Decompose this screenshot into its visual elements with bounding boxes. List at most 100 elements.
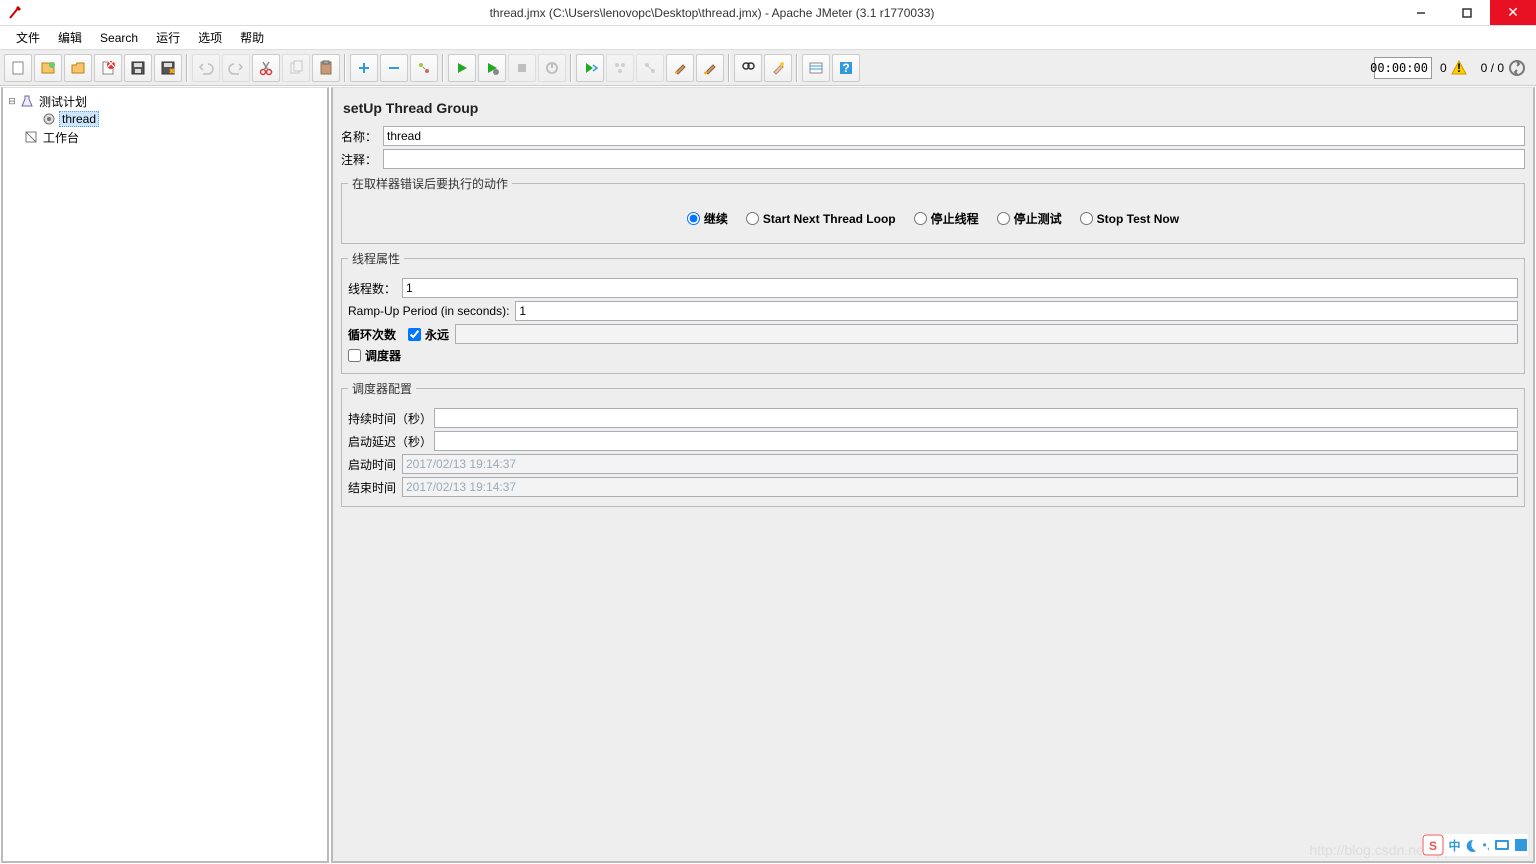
save-as-button[interactable]: [154, 54, 182, 82]
start-time-input: [402, 454, 1518, 474]
tree-test-plan[interactable]: ⊟ 测试计划: [7, 92, 323, 110]
tree-label-thread: thread: [59, 111, 99, 127]
minimize-button[interactable]: [1398, 0, 1444, 25]
titlebar: thread.jmx (C:\Users\lenovopc\Desktop\th…: [0, 0, 1536, 26]
menu-file[interactable]: 文件: [8, 26, 48, 49]
toggle-button[interactable]: [410, 54, 438, 82]
thread-props-fieldset: 线程属性 线程数： Ramp-Up Period (in seconds): 循…: [341, 250, 1525, 374]
radio-start-next[interactable]: Start Next Thread Loop: [746, 212, 896, 226]
ime-sep: •,: [1482, 838, 1490, 852]
svg-text:S: S: [1429, 839, 1437, 853]
reset-search-button[interactable]: [764, 54, 792, 82]
loop-label: 循环次数: [348, 326, 402, 343]
menubar: 文件 编辑 Search 运行 选项 帮助: [0, 26, 1536, 50]
threads-label: 线程数：: [348, 280, 402, 297]
flask-icon: [19, 93, 35, 109]
maximize-button[interactable]: [1444, 0, 1490, 25]
app-icon: [4, 2, 26, 24]
tree-workbench[interactable]: 工作台: [7, 128, 323, 146]
tree-thread-group[interactable]: thread: [7, 110, 323, 128]
find-button[interactable]: [734, 54, 762, 82]
duration-input[interactable]: [434, 408, 1518, 428]
paste-button[interactable]: [312, 54, 340, 82]
close-button[interactable]: ✕: [1490, 0, 1536, 25]
comment-input[interactable]: [383, 149, 1525, 169]
clear-all-button[interactable]: [696, 54, 724, 82]
toolbar: ✕ ? 00:00:00 0 ! 0 / 0: [0, 50, 1536, 86]
ime-settings-icon[interactable]: [1514, 838, 1528, 852]
expand-button[interactable]: [350, 54, 378, 82]
warning-icon: !: [1451, 60, 1467, 76]
scheduler-legend: 调度器配置: [348, 380, 416, 397]
svg-text:?: ?: [842, 61, 849, 75]
on-error-legend: 在取样器错误后要执行的动作: [348, 175, 512, 192]
loop-input[interactable]: [455, 324, 1518, 344]
new-button[interactable]: [4, 54, 32, 82]
radio-stop-thread[interactable]: 停止线程: [914, 210, 979, 227]
window-title: thread.jmx (C:\Users\lenovopc\Desktop\th…: [26, 6, 1398, 20]
content-panel: setUp Thread Group 名称： 注释： 在取样器错误后要执行的动作…: [331, 87, 1535, 863]
tree-toggle-icon[interactable]: ⊟: [7, 96, 17, 106]
clear-button[interactable]: [666, 54, 694, 82]
scheduler-fieldset: 调度器配置 持续时间（秒） 启动延迟（秒） 启动时间 结束时间: [341, 380, 1525, 507]
menu-run[interactable]: 运行: [148, 26, 188, 49]
ime-lang-indicator[interactable]: 中: [1448, 837, 1460, 854]
close-file-button[interactable]: ✕: [94, 54, 122, 82]
threads-input[interactable]: [402, 278, 1518, 298]
end-time-input: [402, 477, 1518, 497]
collapse-button[interactable]: [380, 54, 408, 82]
end-time-label: 结束时间: [348, 479, 402, 496]
ime-moon-icon[interactable]: [1464, 838, 1478, 852]
menu-edit[interactable]: 编辑: [50, 26, 90, 49]
cut-button[interactable]: [252, 54, 280, 82]
templates-button[interactable]: [34, 54, 62, 82]
menu-options[interactable]: 选项: [190, 26, 230, 49]
ime-tray: S 中 •,: [1422, 834, 1528, 856]
name-label: 名称：: [341, 128, 383, 145]
svg-text:!: !: [1457, 61, 1461, 75]
shutdown-button[interactable]: [538, 54, 566, 82]
stop-button[interactable]: [508, 54, 536, 82]
menu-search[interactable]: Search: [92, 28, 146, 48]
comment-label: 注释：: [341, 151, 383, 168]
radio-stop-now[interactable]: Stop Test Now: [1080, 212, 1179, 226]
radio-continue[interactable]: 继续: [687, 210, 728, 227]
workbench-icon: [23, 129, 39, 145]
open-button[interactable]: [64, 54, 92, 82]
scheduler-checkbox[interactable]: 调度器: [348, 347, 1518, 364]
tree-label-plan: 测试计划: [37, 93, 89, 110]
radio-stop-test[interactable]: 停止测试: [997, 210, 1062, 227]
function-helper-button[interactable]: [802, 54, 830, 82]
redo-button[interactable]: [222, 54, 250, 82]
gear-icon: [41, 111, 57, 127]
error-count: 0: [1440, 61, 1447, 75]
elapsed-timer: 00:00:00: [1374, 57, 1432, 79]
panel-title: setUp Thread Group: [341, 94, 1525, 126]
ime-sogou-icon[interactable]: S: [1422, 834, 1444, 856]
save-button[interactable]: [124, 54, 152, 82]
tree-panel: ⊟ 测试计划 thread 工作台: [1, 87, 329, 863]
remote-start-all-button[interactable]: [606, 54, 634, 82]
start-time-label: 启动时间: [348, 456, 402, 473]
remote-stop-button[interactable]: [636, 54, 664, 82]
delay-input[interactable]: [434, 431, 1518, 451]
tree-label-workbench: 工作台: [41, 129, 81, 146]
undo-button[interactable]: [192, 54, 220, 82]
thread-props-legend: 线程属性: [348, 250, 404, 267]
start-no-timers-button[interactable]: [478, 54, 506, 82]
forever-checkbox[interactable]: 永远: [408, 326, 449, 343]
ramp-label: Ramp-Up Period (in seconds):: [348, 304, 515, 318]
ramp-input[interactable]: [515, 301, 1518, 321]
help-button[interactable]: ?: [832, 54, 860, 82]
delay-label: 启动延迟（秒）: [348, 433, 434, 450]
thread-count: 0 / 0: [1481, 61, 1504, 75]
on-error-fieldset: 在取样器错误后要执行的动作 继续 Start Next Thread Loop …: [341, 175, 1525, 244]
refresh-icon[interactable]: [1508, 59, 1526, 77]
svg-text:✕: ✕: [106, 60, 116, 71]
remote-start-button[interactable]: [576, 54, 604, 82]
start-button[interactable]: [448, 54, 476, 82]
copy-button[interactable]: [282, 54, 310, 82]
name-input[interactable]: [383, 126, 1525, 146]
menu-help[interactable]: 帮助: [232, 26, 272, 49]
ime-keyboard-icon[interactable]: [1494, 838, 1510, 852]
